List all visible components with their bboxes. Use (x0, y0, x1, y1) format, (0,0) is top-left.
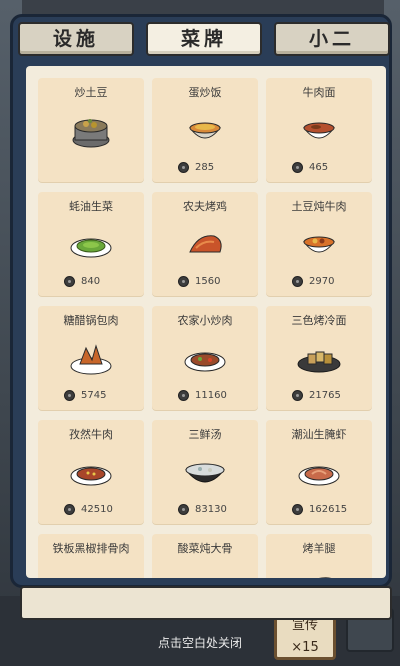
marinated-shrimp-icon (298, 466, 340, 486)
black-pepper-ribs-icon (66, 566, 116, 578)
tab-bar: 设施 菜牌 小二 (18, 22, 390, 56)
three-delicacies-soup-icon (184, 463, 226, 483)
price-row: 42510 (64, 504, 113, 515)
menu-card[interactable]: 农夫烤鸡 1560 (152, 192, 258, 296)
dish-name: 烤羊腿 (302, 542, 336, 555)
dish-name: 三鲜汤 (188, 428, 222, 441)
menu-card[interactable]: 蛋炒饭 285 (152, 78, 258, 182)
coin-icon (178, 390, 189, 401)
dish-price: 83130 (195, 504, 227, 515)
tab-menu[interactable]: 菜牌 (146, 22, 262, 56)
price-row: 1560 (178, 276, 220, 287)
dish-name: 土豆炖牛肉 (291, 200, 347, 213)
dish-name: 糖醋锅包肉 (63, 314, 119, 327)
coin-icon (178, 162, 189, 173)
potato-beef-stew-icon (302, 236, 336, 253)
tab-waiter[interactable]: 小二 (274, 22, 390, 56)
coin-icon (292, 162, 303, 173)
dish-name: 三色烤冷面 (291, 314, 347, 327)
dish-name: 酸菜炖大骨 (177, 542, 233, 555)
dish-price: 5745 (81, 390, 107, 401)
menu-card[interactable]: 酸菜炖大骨 (152, 534, 258, 578)
price-row: 5745 (64, 390, 106, 401)
menu-card[interactable]: 糖醋锅包肉 5745 (38, 306, 144, 410)
coin-icon (292, 504, 303, 515)
menu-card[interactable]: 三鲜汤 83130 (152, 420, 258, 524)
menu-card[interactable]: 炒土豆 (38, 78, 144, 182)
roast-chicken-icon (189, 235, 222, 253)
sauerkraut-bone-stew-icon (180, 566, 230, 578)
coin-icon (292, 276, 303, 287)
dish-name: 农夫烤鸡 (183, 200, 227, 213)
dish-name: 潮汕生腌虾 (291, 428, 347, 441)
panel-footer-bar (20, 586, 392, 620)
menu-card[interactable]: 烤羊腿 (266, 534, 372, 578)
menu-scroll-area[interactable]: 炒土豆 蛋炒饭 285 牛肉面 465 蚝油生菜 840 农夫烤鸡 1560 土… (26, 66, 386, 578)
price-row: 83130 (178, 504, 227, 515)
menu-card[interactable]: 牛肉面 465 (266, 78, 372, 182)
tab-facilities[interactable]: 设施 (18, 22, 134, 56)
grilled-cold-noodles-icon (297, 351, 341, 373)
dish-price: 21765 (309, 390, 341, 401)
menu-card[interactable]: 三色烤冷面 21765 (266, 306, 372, 410)
price-row: 285 (178, 162, 214, 173)
coin-icon (292, 390, 303, 401)
dish-name: 牛肉面 (302, 86, 336, 99)
menu-card[interactable]: 孜然牛肉 42510 (38, 420, 144, 524)
dish-price: 11160 (195, 390, 227, 401)
sweet-sour-pork-icon (70, 344, 112, 375)
dish-name: 孜然牛肉 (69, 428, 113, 441)
dish-price: 42510 (81, 504, 113, 515)
lettuce-oyster-sauce-icon (70, 238, 112, 258)
stir-fried-potato-dish-icon (72, 119, 110, 148)
dish-price: 2970 (309, 276, 335, 287)
menu-card[interactable]: 土豆炖牛肉 2970 (266, 192, 372, 296)
roast-lamb-leg-icon (319, 577, 332, 578)
dish-price: 840 (81, 276, 101, 287)
menu-card[interactable]: 潮汕生腌虾 162615 (266, 420, 372, 524)
dish-price: 1560 (195, 276, 221, 287)
price-row: 21765 (292, 390, 341, 401)
cumin-beef-icon (70, 466, 112, 486)
dish-price: 285 (195, 162, 215, 173)
price-row: 11160 (178, 390, 227, 401)
stir-fried-pork-icon (184, 352, 226, 372)
menu-card[interactable]: 蚝油生菜 840 (38, 192, 144, 296)
dish-price: 162615 (309, 504, 348, 515)
dish-name: 炒土豆 (74, 86, 108, 99)
coin-icon (64, 504, 75, 515)
dish-name: 蛋炒饭 (188, 86, 222, 99)
coin-icon (178, 276, 189, 287)
price-row: 2970 (292, 276, 334, 287)
coin-icon (64, 276, 75, 287)
coin-icon (64, 390, 75, 401)
dish-name: 铁板黑椒排骨肉 (52, 542, 130, 555)
egg-fried-rice-icon (188, 122, 222, 139)
price-row: 465 (292, 162, 328, 173)
coin-icon (178, 504, 189, 515)
dish-price: 465 (309, 162, 329, 173)
dish-name: 蚝油生菜 (69, 200, 113, 213)
beef-noodles-icon (302, 122, 336, 139)
price-row: 840 (64, 276, 100, 287)
menu-card[interactable]: 农家小炒肉 11160 (152, 306, 258, 410)
dish-name: 农家小炒肉 (177, 314, 233, 327)
close-hint[interactable]: 点击空白处关闭 (0, 634, 400, 651)
menu-card[interactable]: 铁板黑椒排骨肉 (38, 534, 144, 578)
price-row: 162615 (292, 504, 347, 515)
